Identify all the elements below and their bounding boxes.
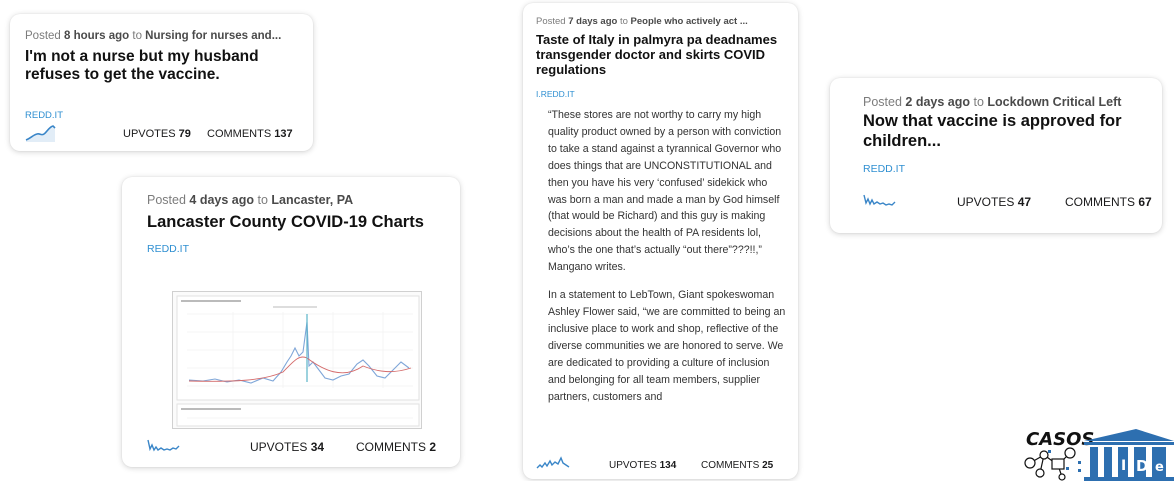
post-meta: Posted 4 days ago to Lancaster, PA [147,193,354,207]
chart-thumbnail-image [173,292,421,428]
post-title[interactable]: Now that vaccine is approved for childre… [863,111,1153,151]
post-card[interactable]: Posted 4 days ago to Lancaster, PA Lanca… [122,177,460,467]
post-domain-link[interactable]: I.REDD.IT [536,89,575,99]
post-domain-link[interactable]: REDD.IT [147,243,189,255]
post-title[interactable]: Lancaster County COVID-19 Charts [147,213,424,232]
post-card[interactable]: Posted 7 days ago to People who actively… [523,3,798,479]
comments-count[interactable]: COMMENTS 2 [356,440,436,454]
upvotes-count: UPVOTES 34 [250,440,325,454]
post-age: 8 hours ago [64,30,130,42]
community-link[interactable]: Lockdown Critical Left [987,95,1121,109]
post-domain-link[interactable]: REDD.IT [863,163,905,175]
upvotes-count: UPVOTES 47 [957,195,1032,209]
logo-text: CASOS [1026,429,1094,450]
post-meta: Posted 2 days ago to Lockdown Critical L… [863,95,1122,109]
post-domain-link[interactable]: REDD.IT [25,110,63,121]
svg-text:e: e [1155,460,1164,475]
post-card[interactable]: Posted 8 hours ago to Nursing for nurses… [10,14,313,151]
comments-count[interactable]: COMMENTS 137 [207,128,293,140]
casos-ide-logo-icon: CASOS I D e [1024,429,1174,481]
sparkline-icon [863,194,896,206]
comments-count[interactable]: COMMENTS 67 [1065,195,1152,209]
sparkline-icon [536,456,570,469]
community-link[interactable]: People who actively act ... [631,16,748,27]
comments-count[interactable]: COMMENTS 25 [701,460,773,471]
community-link[interactable]: Nursing for nurses and... [145,30,281,42]
post-body-text: “These stores are not worthy to carry my… [548,107,788,445]
community-link[interactable]: Lancaster, PA [271,193,353,207]
body-paragraph: “These stores are not worthy to carry my… [548,109,782,274]
svg-text:I: I [1121,458,1126,474]
post-title[interactable]: I'm not a nurse but my husband refuses t… [25,48,300,84]
post-age: 7 days ago [568,16,618,27]
upvotes-count: UPVOTES 134 [609,460,677,471]
post-thumbnail-image[interactable] [172,291,422,429]
post-age: 2 days ago [905,95,971,109]
post-meta: Posted 8 hours ago to Nursing for nurses… [25,30,282,42]
post-card[interactable]: Posted 2 days ago to Lockdown Critical L… [830,78,1162,233]
post-title[interactable]: Taste of Italy in palmyra pa deadnames t… [536,32,791,77]
upvotes-count: UPVOTES 79 [123,128,191,140]
sparkline-icon [147,439,180,452]
post-age: 4 days ago [189,193,255,207]
svg-text:D: D [1136,457,1148,475]
body-paragraph: In a statement to LebTown, Giant spokesw… [548,289,786,403]
sparkline-icon [25,125,56,142]
post-meta: Posted 7 days ago to People who actively… [536,16,748,27]
